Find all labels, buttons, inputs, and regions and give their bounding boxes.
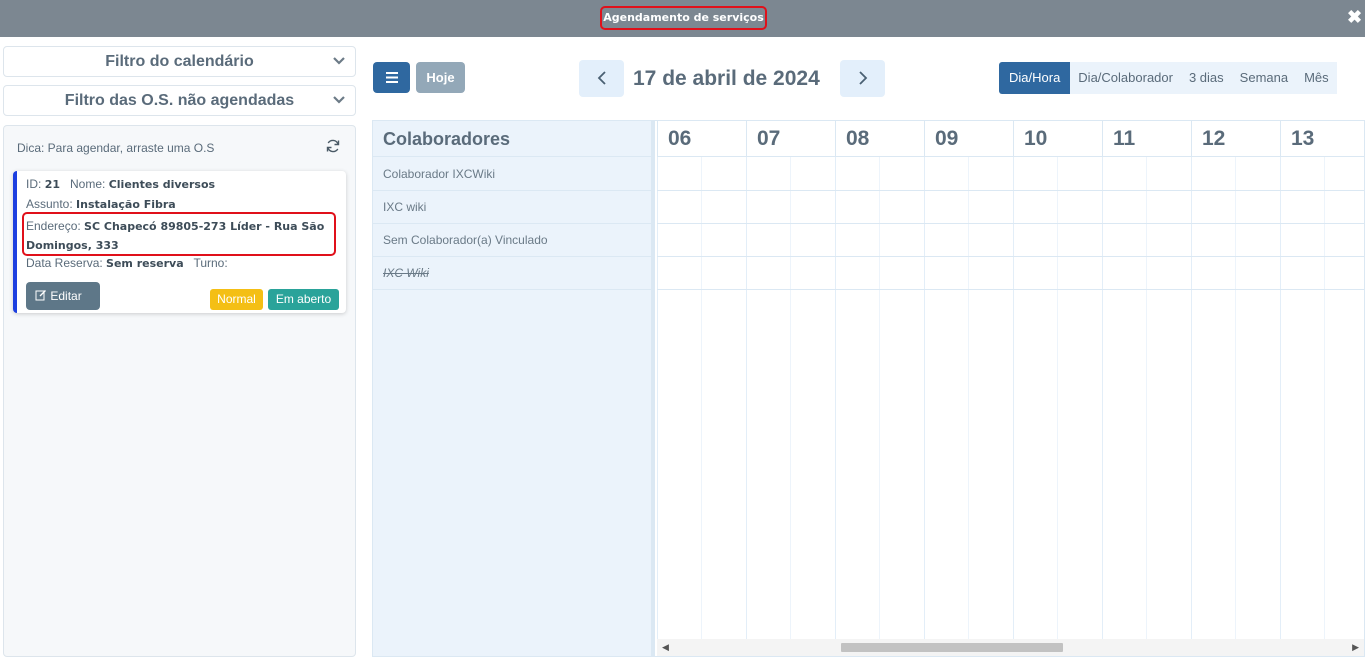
row-line bbox=[657, 223, 1364, 224]
hour-header: 10 bbox=[1013, 121, 1102, 157]
refresh-icon[interactable] bbox=[325, 138, 341, 154]
menu-button[interactable] bbox=[373, 62, 410, 93]
scroll-thumb[interactable] bbox=[841, 643, 1063, 652]
calendar-filter-toggle[interactable]: Filtro do calendário bbox=[3, 46, 356, 77]
grid-line bbox=[1102, 157, 1103, 639]
hour-header: 13 bbox=[1280, 121, 1364, 157]
timeline-area[interactable]: 06 07 08 09 10 11 12 13 ◀ ▶ bbox=[657, 121, 1364, 656]
priority-badge: Normal bbox=[210, 289, 263, 310]
grid-line bbox=[790, 157, 791, 639]
calendar-grid: Colaboradores Colaborador IXCWiki IXC wi… bbox=[372, 120, 1365, 657]
edit-icon bbox=[35, 289, 50, 303]
edit-order-button[interactable]: Editar bbox=[26, 282, 100, 310]
grid-line bbox=[1013, 157, 1014, 639]
view-week[interactable]: Semana bbox=[1231, 62, 1297, 94]
service-order-card[interactable]: ID: 21 Nome: Clientes diversos Assunto: … bbox=[13, 171, 346, 313]
hour-header: 11 bbox=[1102, 121, 1191, 157]
order-id-row: ID: 21 Nome: Clientes diversos bbox=[26, 177, 216, 191]
title-bar: Agendamento de serviços ✖ bbox=[0, 0, 1365, 37]
unscheduled-filter-toggle[interactable]: Filtro das O.S. não agendadas bbox=[3, 85, 356, 116]
hour-header: 06 bbox=[657, 121, 746, 157]
hour-header: 09 bbox=[924, 121, 1013, 157]
order-subject-row: Assunto: Instalação Fibra bbox=[26, 197, 176, 211]
grid-line bbox=[1146, 157, 1147, 639]
chevron-left-icon bbox=[597, 71, 606, 85]
view-day-collaborator[interactable]: Dia/Colaborador bbox=[1070, 62, 1181, 94]
hour-header: 07 bbox=[746, 121, 835, 157]
resource-row[interactable]: Colaborador IXCWiki bbox=[373, 158, 651, 191]
order-reserve-row: Data Reserva: Sem reserva Turno: bbox=[26, 256, 228, 270]
view-switcher: Dia/Hora Dia/Colaborador 3 dias Semana M… bbox=[999, 62, 1337, 94]
row-line bbox=[657, 190, 1364, 191]
window-title: Agendamento de serviços bbox=[600, 6, 767, 30]
hamburger-icon bbox=[385, 72, 398, 83]
hour-header: 12 bbox=[1191, 121, 1280, 157]
grid-line bbox=[746, 157, 747, 639]
chevron-down-icon bbox=[333, 47, 345, 77]
view-3-days[interactable]: 3 dias bbox=[1180, 62, 1232, 94]
unscheduled-orders-panel: Dica: Para agendar, arraste uma O.S ID: … bbox=[3, 125, 356, 657]
drag-hint: Dica: Para agendar, arraste uma O.S bbox=[17, 141, 215, 155]
grid-line bbox=[1280, 157, 1281, 639]
row-line bbox=[657, 289, 1364, 290]
grid-line bbox=[1324, 157, 1325, 639]
resource-row[interactable]: IXC Wiki bbox=[373, 257, 651, 290]
grid-line bbox=[1235, 157, 1236, 639]
resource-header: Colaboradores bbox=[373, 121, 651, 157]
row-line bbox=[657, 256, 1364, 257]
grid-line bbox=[657, 157, 658, 639]
view-day-hour[interactable]: Dia/Hora bbox=[999, 62, 1071, 94]
next-day-button[interactable] bbox=[840, 60, 885, 97]
horizontal-scrollbar[interactable]: ◀ ▶ bbox=[657, 639, 1364, 656]
unscheduled-filter-label: Filtro das O.S. não agendadas bbox=[64, 92, 295, 109]
scroll-right-icon[interactable]: ▶ bbox=[1352, 642, 1359, 653]
resource-row[interactable]: IXC wiki bbox=[373, 191, 651, 224]
view-month[interactable]: Mês bbox=[1296, 62, 1337, 94]
prev-day-button[interactable] bbox=[579, 60, 624, 97]
scroll-left-icon[interactable]: ◀ bbox=[662, 642, 669, 653]
chevron-right-icon bbox=[858, 71, 867, 85]
calendar-filter-label: Filtro do calendário bbox=[105, 53, 254, 70]
grid-line bbox=[968, 157, 969, 639]
status-badge: Em aberto bbox=[268, 289, 339, 310]
grid-line bbox=[1191, 157, 1192, 639]
chevron-down-icon bbox=[333, 86, 345, 116]
current-date-title: 17 de abril de 2024 bbox=[633, 67, 820, 90]
sidebar: Filtro do calendário Filtro das O.S. não… bbox=[0, 37, 365, 657]
order-address: Endereço: SC Chapecó 89805-273 Líder - R… bbox=[26, 219, 325, 252]
resource-row[interactable]: Sem Colaborador(a) Vinculado bbox=[373, 224, 651, 257]
grid-line bbox=[701, 157, 702, 639]
hour-header: 08 bbox=[835, 121, 924, 157]
grid-line bbox=[879, 157, 880, 639]
resource-column: Colaboradores Colaborador IXCWiki IXC wi… bbox=[373, 121, 655, 656]
today-button[interactable]: Hoje bbox=[416, 62, 465, 93]
grid-line bbox=[924, 157, 925, 639]
grid-line bbox=[835, 157, 836, 639]
grid-line bbox=[1057, 157, 1058, 639]
close-icon[interactable]: ✖ bbox=[1347, 8, 1362, 26]
